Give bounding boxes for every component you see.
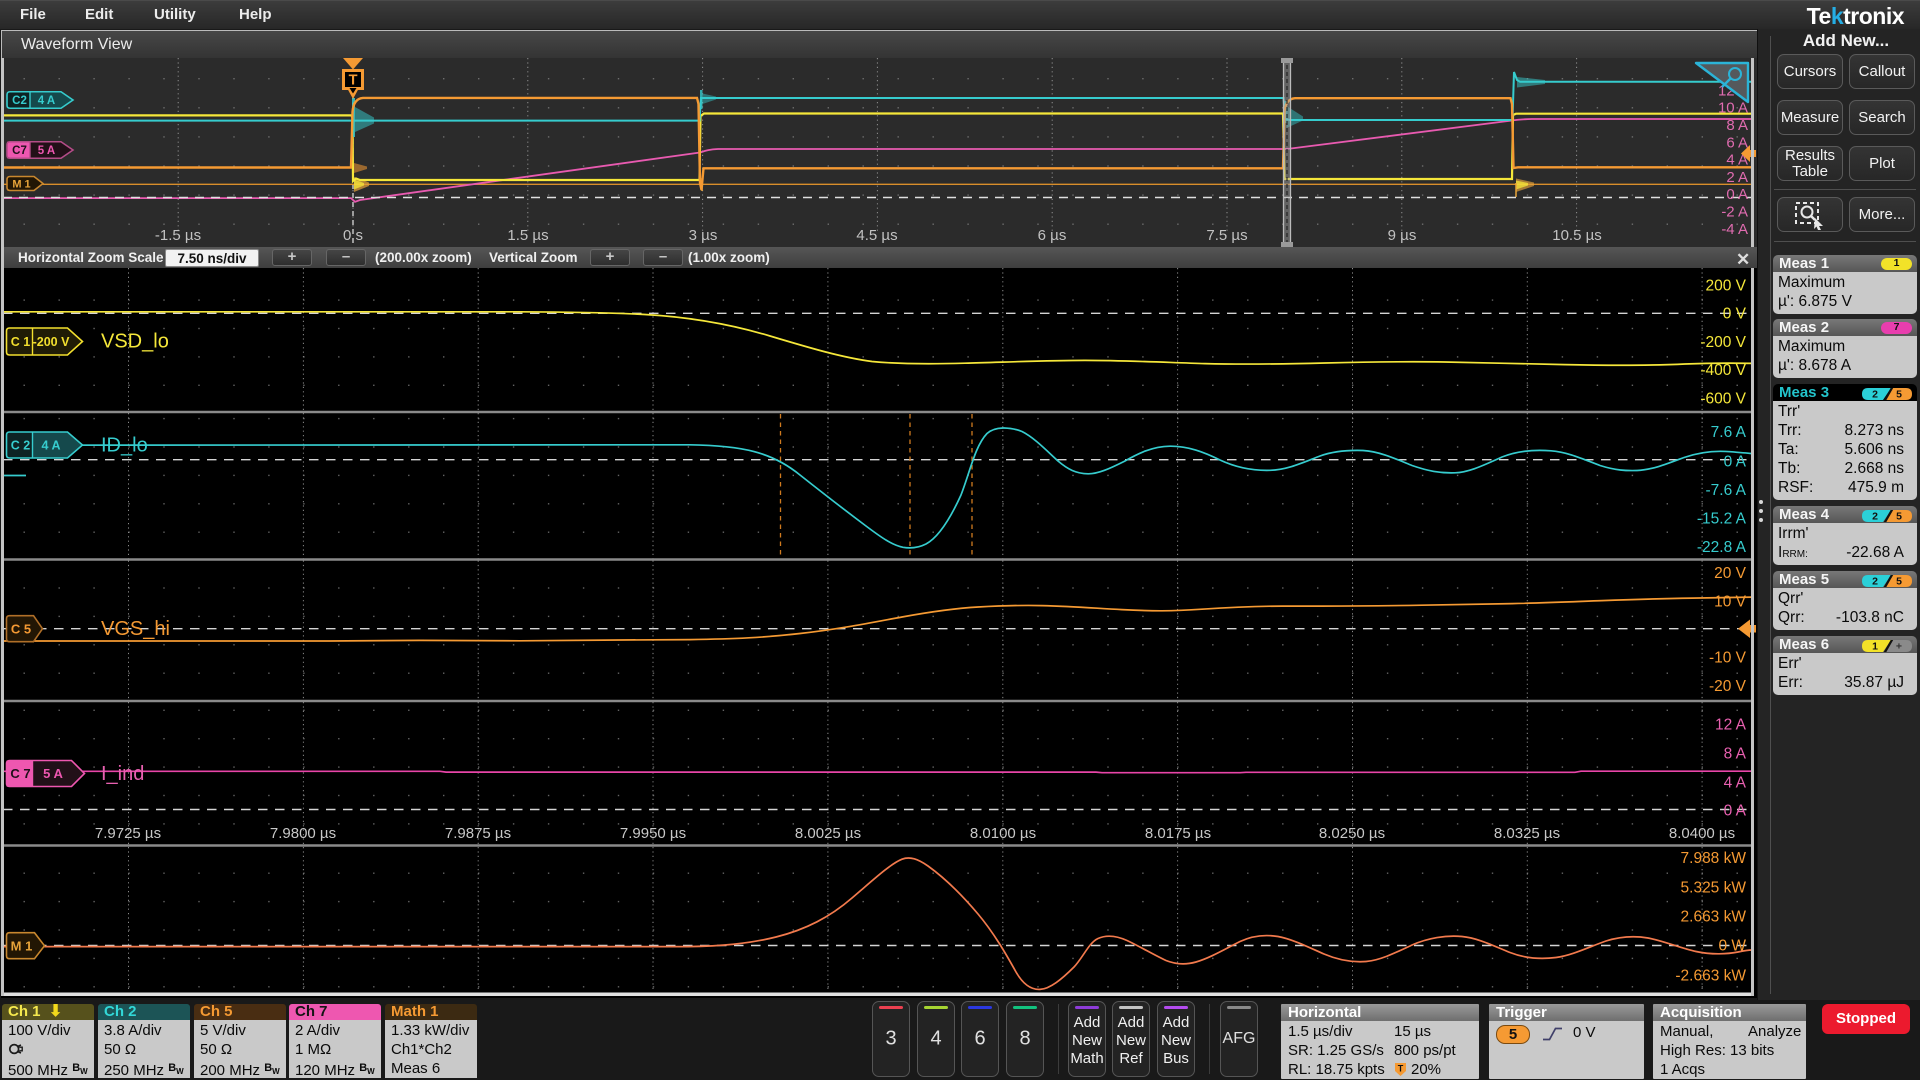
svg-text:VGS_hi: VGS_hi	[101, 618, 170, 640]
svg-text:7.5 µs: 7.5 µs	[1206, 227, 1247, 244]
svg-text:8.0325 µs: 8.0325 µs	[1494, 825, 1560, 842]
svg-text:5.325 kW: 5.325 kW	[1681, 879, 1747, 896]
svg-text:8.0100 µs: 8.0100 µs	[970, 825, 1036, 842]
svg-text:C 7: C 7	[10, 766, 30, 781]
svg-text:4 A: 4 A	[1724, 775, 1747, 792]
svg-text:-20 V: -20 V	[1709, 678, 1747, 695]
svg-text:+: +	[1896, 641, 1902, 653]
svg-text:8 A: 8 A	[1724, 745, 1747, 762]
svg-text:8.0175 µs: 8.0175 µs	[1145, 825, 1211, 842]
svg-text:0 V: 0 V	[1723, 306, 1747, 323]
svg-text:-200 V: -200 V	[1700, 334, 1746, 351]
svg-text:2: 2	[1872, 511, 1878, 523]
svg-text:5: 5	[1896, 511, 1902, 523]
svg-text:7.6 A: 7.6 A	[1711, 424, 1747, 441]
svg-text:4 A: 4 A	[42, 439, 61, 453]
svg-text:T: T	[1398, 1064, 1404, 1074]
svg-text:-200 V: -200 V	[33, 335, 70, 349]
svg-text:9 µs: 9 µs	[1388, 227, 1417, 244]
svg-text:7.988 kW: 7.988 kW	[1681, 850, 1747, 867]
svg-text:10.5 µs: 10.5 µs	[1552, 227, 1602, 244]
svg-text:-22.8 A: -22.8 A	[1697, 539, 1747, 556]
svg-text:-2.663 kW: -2.663 kW	[1675, 967, 1746, 984]
svg-text:0 A: 0 A	[1726, 186, 1748, 203]
svg-text:0 A: 0 A	[1724, 454, 1747, 471]
svg-text:1: 1	[1872, 641, 1878, 653]
svg-text:5: 5	[1896, 389, 1902, 401]
svg-text:8.0400 µs: 8.0400 µs	[1669, 825, 1735, 842]
svg-text:M 1: M 1	[12, 178, 30, 190]
svg-text:8.0250 µs: 8.0250 µs	[1319, 825, 1385, 842]
svg-text:ID_lo: ID_lo	[101, 435, 148, 457]
svg-text:1.5 µs: 1.5 µs	[507, 227, 548, 244]
svg-text:12 A: 12 A	[1715, 717, 1747, 734]
svg-text:8 A: 8 A	[1726, 117, 1748, 134]
svg-text:200 V: 200 V	[1705, 278, 1746, 295]
svg-text:C 2: C 2	[11, 439, 31, 453]
svg-text:0 W: 0 W	[1718, 938, 1746, 955]
svg-text:-10 V: -10 V	[1709, 650, 1747, 667]
svg-text:2 A: 2 A	[1726, 169, 1748, 186]
svg-text:C2: C2	[12, 95, 27, 107]
svg-text:7.9800 µs: 7.9800 µs	[270, 825, 336, 842]
svg-text:2: 2	[1872, 576, 1878, 588]
svg-text:-600 V: -600 V	[1700, 391, 1746, 408]
svg-text:6 A: 6 A	[1726, 134, 1748, 151]
svg-text:7.9950 µs: 7.9950 µs	[620, 825, 686, 842]
svg-text:4 A: 4 A	[38, 95, 55, 107]
svg-text:20 V: 20 V	[1714, 565, 1747, 582]
svg-text:10 V: 10 V	[1714, 593, 1747, 610]
svg-text:5: 5	[1896, 576, 1902, 588]
svg-text:-15.2 A: -15.2 A	[1697, 511, 1747, 528]
svg-text:5 A: 5 A	[43, 766, 63, 781]
svg-text:7.9875 µs: 7.9875 µs	[445, 825, 511, 842]
svg-text:-1.5 µs: -1.5 µs	[155, 227, 201, 244]
svg-text:4.5 µs: 4.5 µs	[856, 227, 897, 244]
svg-text:5 A: 5 A	[38, 145, 55, 157]
svg-text:T: T	[349, 73, 358, 89]
svg-text:M 1: M 1	[11, 938, 33, 953]
svg-text:C 5: C 5	[11, 621, 31, 636]
svg-text:3 µs: 3 µs	[689, 227, 718, 244]
svg-text:8.0025 µs: 8.0025 µs	[795, 825, 861, 842]
svg-text:-7.6 A: -7.6 A	[1706, 482, 1747, 499]
svg-text:-400 V: -400 V	[1700, 362, 1746, 379]
svg-text:0 A: 0 A	[1724, 803, 1747, 820]
svg-text:VSD_lo: VSD_lo	[101, 331, 169, 353]
svg-text:-4 A: -4 A	[1721, 221, 1748, 238]
svg-text:0 s: 0 s	[343, 227, 363, 244]
svg-text:10 A: 10 A	[1718, 100, 1748, 117]
svg-text:-2 A: -2 A	[1721, 204, 1748, 221]
svg-text:2.663 kW: 2.663 kW	[1681, 909, 1747, 926]
svg-text:C7: C7	[12, 145, 27, 157]
svg-text:7.9725 µs: 7.9725 µs	[95, 825, 161, 842]
svg-text:6 µs: 6 µs	[1038, 227, 1067, 244]
svg-text:I_ind: I_ind	[101, 763, 144, 785]
svg-text:2: 2	[1872, 389, 1878, 401]
svg-text:C 1: C 1	[11, 335, 31, 349]
